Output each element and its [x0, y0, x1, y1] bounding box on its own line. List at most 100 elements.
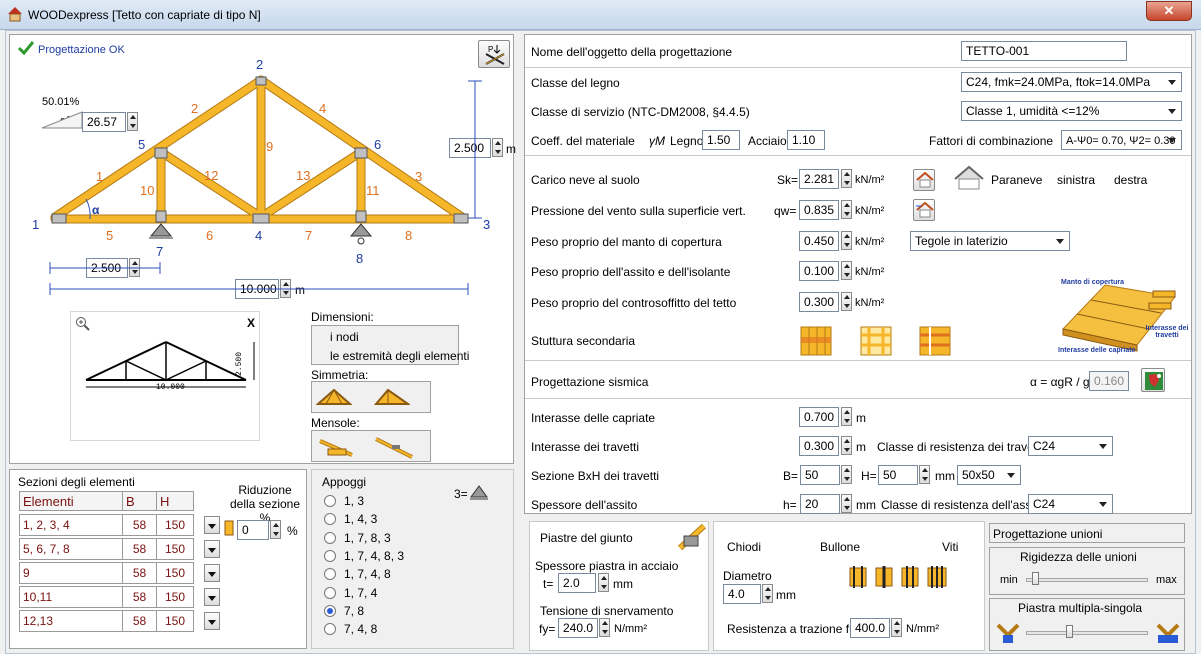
- joist-class-select[interactable]: C24: [1028, 436, 1113, 456]
- joist-spacing-spinner[interactable]: [841, 436, 852, 455]
- row-dropdown-button[interactable]: [204, 516, 220, 534]
- table-row-h[interactable]: 150: [156, 538, 194, 560]
- table-row-h[interactable]: 150: [156, 586, 194, 608]
- row-dropdown-button[interactable]: [204, 612, 220, 630]
- roof-covering-spinner[interactable]: [841, 231, 852, 250]
- diameter-spinner[interactable]: [762, 584, 773, 603]
- joist-b-spinner[interactable]: [841, 465, 852, 484]
- multi-plate-icon[interactable]: [996, 621, 1020, 648]
- acciaio-input[interactable]: 1.10: [787, 130, 825, 150]
- plate-thickness-input[interactable]: 2.0: [558, 573, 596, 593]
- plate-thickness-spinner[interactable]: [598, 573, 609, 592]
- ceiling-input[interactable]: 0.300: [799, 292, 839, 312]
- row-dropdown-button[interactable]: [204, 540, 220, 558]
- tensile-spinner[interactable]: [891, 618, 902, 637]
- seismic-input[interactable]: 0.160: [1089, 371, 1129, 391]
- table-row-b[interactable]: 58: [122, 586, 157, 608]
- support-radio[interactable]: [324, 586, 336, 599]
- table-row-h[interactable]: 150: [156, 562, 194, 584]
- secondary-type-1-icon[interactable]: [799, 325, 833, 360]
- diameter-input[interactable]: 4.0: [723, 584, 761, 604]
- yield-input[interactable]: 240.0: [558, 618, 598, 638]
- preview-width: 10.000: [156, 383, 185, 392]
- table-row-elements[interactable]: 9: [19, 562, 123, 584]
- roof-covering-input[interactable]: 0.450: [799, 231, 839, 251]
- table-row-b[interactable]: 58: [122, 562, 157, 584]
- support-radio[interactable]: [324, 513, 336, 526]
- table-row-h[interactable]: 150: [156, 514, 194, 536]
- gamma-symbol: γM: [649, 134, 665, 148]
- support-option-label: 7, 8: [344, 603, 365, 618]
- joint-plate-icon[interactable]: [677, 523, 707, 553]
- roof-covering-select[interactable]: Tegole in laterizio: [910, 231, 1070, 251]
- secondary-type-2-icon[interactable]: [859, 325, 893, 360]
- table-row-b[interactable]: 58: [122, 610, 157, 632]
- joist-b-input[interactable]: 50: [800, 465, 840, 485]
- joist-spacing-input[interactable]: 0.300: [799, 436, 839, 456]
- plate-type-slider[interactable]: [1066, 625, 1074, 638]
- wind-house-button[interactable]: [913, 199, 935, 221]
- secondary-type-3-icon[interactable]: [918, 325, 952, 360]
- close-button[interactable]: ✕: [1146, 1, 1192, 21]
- support-radio[interactable]: [324, 604, 336, 617]
- truss-spacing-spinner[interactable]: [841, 407, 852, 426]
- sections-panel: Sezioni degli elementi Elementi B H 1, 2…: [9, 469, 307, 649]
- wood-class-select[interactable]: C24, fmk=24.0MPa, ftok=14.0MPa: [961, 72, 1182, 92]
- table-row-elements[interactable]: 1, 2, 3, 4: [19, 514, 123, 536]
- support-radio[interactable]: [324, 623, 336, 636]
- truss-spacing-input[interactable]: 0.700: [799, 407, 839, 427]
- legno-input[interactable]: 1.50: [702, 130, 740, 150]
- seismic-map-button[interactable]: [1141, 368, 1165, 392]
- single-plate-icon[interactable]: [1156, 621, 1180, 648]
- joist-h-spinner[interactable]: [919, 465, 930, 484]
- joist-spacing-unit: m: [856, 440, 866, 454]
- ceiling-spinner[interactable]: [841, 292, 852, 311]
- stiffness-slider[interactable]: [1032, 572, 1040, 585]
- symmetric-truss-icon[interactable]: [315, 386, 353, 411]
- stiffness-track[interactable]: [1026, 578, 1148, 582]
- joist-section-select[interactable]: 50x50: [957, 465, 1021, 485]
- fastener-bolt-icon[interactable]: [874, 566, 894, 591]
- boarding-class-select[interactable]: C24: [1028, 494, 1113, 514]
- fastener-bolts-icon[interactable]: [900, 566, 920, 591]
- dim-nodes-option[interactable]: i nodi: [330, 330, 359, 344]
- snow-house-button[interactable]: [913, 169, 935, 191]
- row-dropdown-button[interactable]: [204, 588, 220, 606]
- dim-ends-option[interactable]: le estremità degli elementi: [330, 349, 469, 363]
- table-row-elements[interactable]: 12,13: [19, 610, 123, 632]
- boarding-thickness-input[interactable]: 20: [800, 494, 840, 514]
- yield-spinner[interactable]: [599, 618, 610, 637]
- table-row-elements[interactable]: 10,11: [19, 586, 123, 608]
- combination-select[interactable]: A-Ψ0= 0.70, Ψ2= 0.30: [1061, 130, 1182, 150]
- overhang-right-icon[interactable]: [374, 435, 414, 462]
- boarding-thickness-spinner[interactable]: [841, 494, 852, 513]
- fastener-nails-icon[interactable]: [848, 566, 868, 591]
- table-row-b[interactable]: 58: [122, 538, 157, 560]
- name-input[interactable]: TETTO-001: [961, 41, 1127, 61]
- support-radio[interactable]: [324, 531, 336, 544]
- table-row-h[interactable]: 150: [156, 610, 194, 632]
- service-class-select[interactable]: Classe 1, umidità <=12%: [961, 101, 1182, 121]
- snow-input[interactable]: 2.281: [799, 169, 839, 189]
- snow-spinner[interactable]: [841, 169, 852, 188]
- plate-type-track[interactable]: [1026, 631, 1148, 635]
- snow-guard-icon[interactable]: [953, 165, 985, 194]
- support-radio[interactable]: [324, 568, 336, 581]
- table-row-elements[interactable]: 5, 6, 7, 8: [19, 538, 123, 560]
- overhang-left-icon[interactable]: [316, 435, 356, 462]
- boarding-spinner[interactable]: [841, 261, 852, 280]
- joist-h-input[interactable]: 50: [878, 465, 918, 485]
- reduction-spinner[interactable]: [270, 520, 281, 539]
- truss-preview[interactable]: X 10.000 2.500: [70, 311, 260, 441]
- table-row-b[interactable]: 58: [122, 514, 157, 536]
- row-dropdown-button[interactable]: [204, 564, 220, 582]
- fastener-screws-icon[interactable]: [926, 566, 948, 591]
- tensile-input[interactable]: 400.0: [850, 618, 890, 638]
- reduction-input[interactable]: 0: [237, 520, 269, 540]
- wind-spinner[interactable]: [841, 200, 852, 219]
- asymmetric-truss-icon[interactable]: [373, 386, 412, 411]
- boarding-input[interactable]: 0.100: [799, 261, 839, 281]
- support-radio[interactable]: [324, 495, 336, 507]
- wind-input[interactable]: 0.835: [799, 200, 839, 220]
- support-radio[interactable]: [324, 549, 336, 562]
